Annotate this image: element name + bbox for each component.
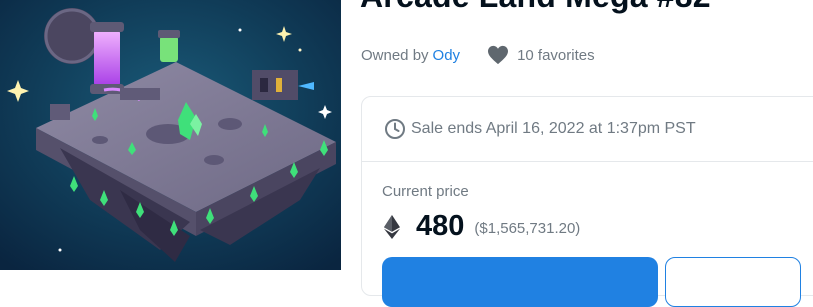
price-amount: 480 (416, 210, 465, 242)
price-row: 480 ($1,565,731.20) (384, 210, 580, 243)
price-card: Sale ends April 16, 2022 at 1:37pm PST C… (361, 96, 813, 307)
owner-link[interactable]: Ody (433, 47, 461, 64)
ethereum-icon (384, 214, 400, 239)
heart-icon[interactable] (487, 45, 509, 65)
price-usd: ($1,565,731.20) (474, 220, 581, 237)
nft-artwork-image[interactable] (0, 0, 341, 270)
sale-end-row: Sale ends April 16, 2022 at 1:37pm PST (362, 97, 813, 162)
item-title: Arcade Land Mega #82 (360, 0, 711, 15)
current-price-label: Current price (382, 183, 469, 200)
favorites-count: 10 favorites (517, 46, 595, 64)
clock-icon (384, 118, 406, 140)
make-offer-button[interactable] (665, 257, 801, 307)
item-meta-row: Owned by Ody 10 favorites (361, 44, 595, 66)
owned-by-label: Owned by (361, 46, 429, 64)
sale-end-text: Sale ends April 16, 2022 at 1:37pm PST (411, 120, 696, 137)
buy-now-button[interactable] (382, 257, 658, 307)
